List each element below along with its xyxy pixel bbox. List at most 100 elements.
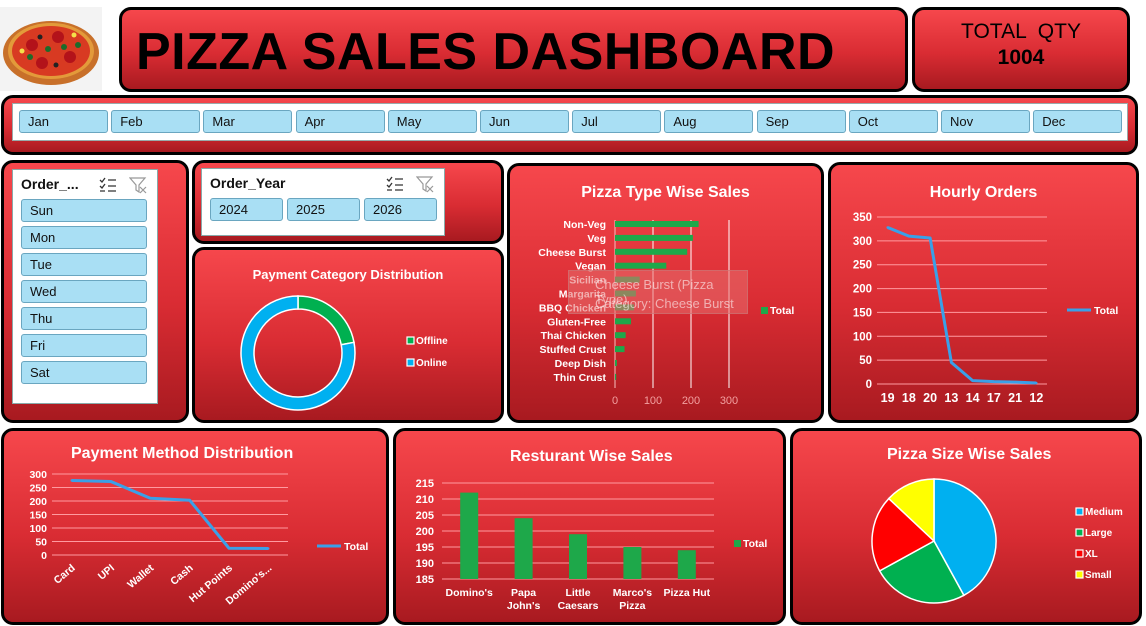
bar-veg [615,234,693,241]
month-button-nov[interactable]: Nov [941,110,1030,133]
tooltip-line-2: Category: Cheese Burst [595,296,734,311]
day-button-wed[interactable]: Wed [21,280,147,303]
point-17 [992,380,996,383]
year-button-2026[interactable]: 2026 [364,198,437,221]
x-tick-label: 300 [720,395,738,407]
hourly-orders-panel: Hourly Orders 0 50 100 150 200 250 300 350 19 18 2… [828,162,1139,423]
pizza-size-panel: Pizza Size Wise Sales Medium Large XL Small [790,428,1142,625]
day-button-mon[interactable]: Mon [21,226,147,249]
category-label: Thai Chicken [541,330,606,342]
day-button-sun[interactable]: Sun [21,199,147,222]
year-button-2025[interactable]: 2025 [287,198,360,221]
clear-filter-icon[interactable] [129,177,147,194]
legend-swatch-medium [1075,507,1084,516]
legend-label-total: Total [1094,305,1118,317]
month-button-jan[interactable]: Jan [19,110,108,133]
month-button-aug[interactable]: Aug [664,110,754,133]
y-tick-label: 50 [35,537,47,549]
bar-thin-crust [615,373,617,380]
slice-offline [297,295,355,346]
y-tick-label: 200 [416,526,434,538]
y-tick-label: 250 [29,483,47,495]
point-card [70,479,73,482]
point-18 [907,234,911,238]
month-slicer: Jan Feb Mar Apr May Jun Jul Aug Sep Oct Nov Dec [12,103,1128,141]
y-tick-label: 350 [853,212,872,224]
month-button-oct[interactable]: Oct [848,110,938,133]
x-tick-label: 13 [944,391,958,405]
month-button-jun[interactable]: Jun [480,110,569,133]
category-label: Thin Crust [554,372,607,384]
legend-label-total: Total [344,541,368,553]
category-label: Cheese Burst [538,247,606,259]
y-tick-label: 150 [853,307,872,319]
bar-deep-dish [615,360,617,366]
legend-swatch-offline [406,336,415,345]
day-button-tue[interactable]: Tue [21,253,147,276]
point-wallet [149,497,152,500]
bar-thai-chicken [615,332,626,339]
year-slicer-title: Order_Year [210,175,286,191]
point-19 [886,226,889,229]
y-tick-label: 215 [416,478,434,490]
x-tick-label: 0 [612,395,618,407]
total-qty-value: 1004 [997,46,1045,69]
point-21 [1013,380,1017,384]
total-qty-card: TOTAL QTY 1004 [912,7,1130,92]
month-button-feb[interactable]: Feb [111,110,201,133]
legend-label-large: Large [1085,528,1113,539]
y-tick-label: 0 [866,379,872,391]
pizza-size-chart: Medium Large XL Small [871,478,1123,604]
y-tick-label: 185 [416,574,434,586]
year-button-2024[interactable]: 2024 [210,198,283,221]
bar-non-veg [615,221,699,227]
month-button-apr[interactable]: Apr [295,110,385,133]
x-tick-label: Marco's Pizza [613,587,652,612]
bar-domino-s [460,492,479,579]
x-tick-label: 200 [682,395,700,407]
x-tick-label: 100 [644,395,662,407]
y-tick-label: 100 [29,523,47,535]
point-12 [1035,381,1038,385]
multi-select-icon[interactable] [99,177,117,193]
multi-select-icon[interactable] [386,176,404,192]
day-slicer-panel: Order_... Sun Mon Tue Wed Thu Fri Sat [1,160,189,423]
month-button-mar[interactable]: Mar [203,110,293,133]
payment-method-panel: Payment Method Distribution 0 50 100 150 200… [1,428,389,625]
pizza-logo [0,7,102,91]
legend-label-total: Total [770,305,794,317]
payment-category-panel: Payment Category Distribution Offline Onl… [192,247,504,423]
x-tick-label: 12 [1029,391,1043,405]
x-tick-label: 17 [987,391,1001,405]
title-panel: PIZZA SALES DASHBOARD [119,7,908,92]
month-button-sep[interactable]: Sep [756,110,846,133]
y-tick-label: 300 [29,469,47,481]
legend-swatch-total [761,307,768,314]
day-button-sat[interactable]: Sat [21,361,147,384]
dashboard-title: PIZZA SALES DASHBOARD [136,23,836,81]
legend-label-offline: Offline [416,336,448,347]
day-button-thu[interactable]: Thu [21,307,147,330]
legend-swatch-small [1075,570,1084,579]
payment-method-chart: 050100150200250300Card UPI Wallet CashHut P… [29,469,368,607]
restaurant-chart: 185 190 195 200 205 210 215 Domino's Papa John's L… [416,478,768,612]
clear-filter-icon[interactable] [416,176,434,193]
point-14 [971,379,974,382]
category-label: Stuffed Crust [540,344,607,356]
month-button-dec[interactable]: Dec [1033,110,1123,133]
month-button-jul[interactable]: Jul [572,110,662,133]
x-tick-label: 20 [923,391,937,405]
legend-swatch-large [1075,528,1084,537]
month-button-may[interactable]: May [387,110,477,133]
point-20 [928,236,932,240]
payment-category-chart: Offline Online [240,295,448,411]
month-slicer-panel: Jan Feb Mar Apr May Jun Jul Aug Sep Oct Nov Dec [1,95,1138,155]
pizza-type-panel: Pizza Type Wise Sales 0 100 200 300 Non-Veg V… [507,163,824,423]
x-tick-label: 19 [881,391,895,405]
day-button-fri[interactable]: Fri [21,334,147,357]
y-tick-label: 0 [41,550,47,562]
legend-label-xl: XL [1085,549,1098,560]
point-13 [950,361,953,364]
legend-label-small: Small [1085,570,1112,581]
bar-cheese-burst [615,248,688,255]
